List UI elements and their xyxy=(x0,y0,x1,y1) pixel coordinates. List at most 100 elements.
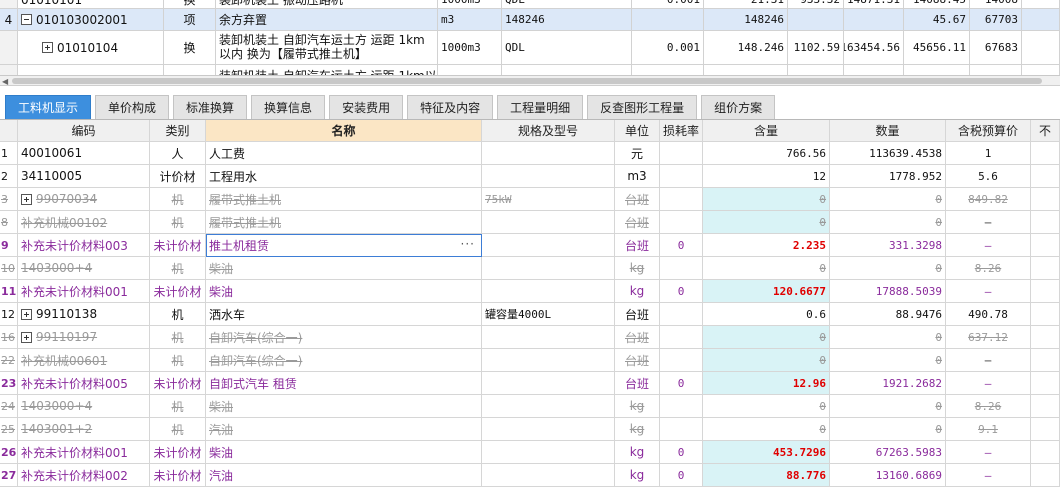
resource-unit-cell[interactable]: 台班 xyxy=(615,349,660,372)
resource-unit-cell[interactable]: kg xyxy=(615,441,660,464)
tax-budget-price-cell[interactable]: — xyxy=(946,349,1031,372)
amount-cell[interactable]: 88.9476 xyxy=(830,303,946,326)
resource-code-cell[interactable]: 99110138 xyxy=(18,303,150,326)
header-loss[interactable]: 损耗率 xyxy=(660,120,703,142)
more-options-icon[interactable]: ··· xyxy=(461,237,475,251)
tax-budget-price-cell[interactable]: 637.12 xyxy=(946,326,1031,349)
resource-type-cell[interactable]: 机 xyxy=(150,349,206,372)
content-qty-cell[interactable]: 0 xyxy=(703,349,830,372)
table-row[interactable]: 2 34110005 计价材 工程用水 m3 12 1778.952 5.6 xyxy=(0,165,1060,188)
amount-cell[interactable]: 0 xyxy=(830,188,946,211)
resource-spec-cell[interactable] xyxy=(482,395,615,418)
header-extra[interactable]: 不 xyxy=(1031,120,1060,142)
tab-9[interactable]: 组价方案 xyxy=(701,95,776,119)
resource-unit-cell[interactable]: m3 xyxy=(615,165,660,188)
resource-name-cell[interactable]: 履带式推土机 xyxy=(206,188,482,211)
amount-cell[interactable]: 0 xyxy=(830,326,946,349)
table-row[interactable]: 25 1403001+2 机 汽油 kg 0 0 9.1 xyxy=(0,418,1060,441)
loss-rate-cell[interactable] xyxy=(660,188,703,211)
resource-spec-cell[interactable] xyxy=(482,142,615,165)
resource-type-cell[interactable]: 计价材 xyxy=(150,165,206,188)
expand-plus-icon[interactable] xyxy=(21,331,32,343)
tab-3[interactable]: 标准换算 xyxy=(173,95,248,119)
loss-rate-cell[interactable] xyxy=(660,211,703,234)
header-qty[interactable]: 含量 xyxy=(703,120,830,142)
expand-plus-icon[interactable] xyxy=(21,308,32,320)
tax-budget-price-cell[interactable]: — xyxy=(946,372,1031,395)
resource-spec-cell[interactable] xyxy=(482,234,615,257)
resource-name-cell[interactable]: 人工费 xyxy=(206,142,482,165)
resource-name-cell[interactable]: 履带式推土机 xyxy=(206,211,482,234)
table-row[interactable]: 24 1403000+4 机 柴油 kg 0 0 8.26 xyxy=(0,395,1060,418)
header-price[interactable]: 含税预算价 xyxy=(946,120,1031,142)
resource-name-cell[interactable]: 自卸汽车(综合一) xyxy=(206,326,482,349)
content-qty-cell[interactable]: 120.6677 xyxy=(703,280,830,303)
tax-budget-price-cell[interactable]: — xyxy=(946,234,1031,257)
resource-type-cell[interactable]: 未计价材 xyxy=(150,372,206,395)
tab-6[interactable]: 特征及内容 xyxy=(407,95,494,119)
resource-code-cell[interactable]: 补充机械00102 xyxy=(18,211,150,234)
resource-name-cell[interactable]: 柴油 xyxy=(206,280,482,303)
upper-grid-row[interactable]: 01010101 换 装卸机装土 振动压路机 1000m3 QDL 0.001 21.31 9… xyxy=(0,0,1060,9)
table-row[interactable]: 8 补充机械00102 机 履带式推土机 台班 0 0 — xyxy=(0,211,1060,234)
tax-budget-price-cell[interactable]: 8.26 xyxy=(946,395,1031,418)
loss-rate-cell[interactable]: 0 xyxy=(660,280,703,303)
resource-type-cell[interactable]: 机 xyxy=(150,303,206,326)
tax-budget-price-cell[interactable]: — xyxy=(946,464,1031,487)
loss-rate-cell[interactable] xyxy=(660,395,703,418)
resource-unit-cell[interactable]: kg xyxy=(615,395,660,418)
resource-code-cell[interactable]: 补充未计价材料002 xyxy=(18,464,150,487)
content-qty-cell[interactable]: 0.6 xyxy=(703,303,830,326)
resource-code-cell[interactable]: 34110005 xyxy=(18,165,150,188)
resource-code-cell[interactable]: 补充未计价材料001 xyxy=(18,441,150,464)
loss-rate-cell[interactable] xyxy=(660,165,703,188)
scrollbar-thumb[interactable] xyxy=(12,78,1042,84)
resource-name-cell[interactable]: 自卸汽车(综合一) xyxy=(206,349,482,372)
resource-unit-cell[interactable]: 台班 xyxy=(615,211,660,234)
loss-rate-cell[interactable]: 0 xyxy=(660,372,703,395)
resource-spec-cell[interactable] xyxy=(482,165,615,188)
header-amount[interactable]: 数量 xyxy=(830,120,946,142)
resource-type-cell[interactable]: 未计价材 xyxy=(150,441,206,464)
loss-rate-cell[interactable]: 0 xyxy=(660,441,703,464)
resource-unit-cell[interactable]: 台班 xyxy=(615,372,660,395)
tab-5[interactable]: 安装费用 xyxy=(329,95,404,119)
resource-name-cell[interactable]: 柴油 xyxy=(206,257,482,280)
resource-spec-cell[interactable] xyxy=(482,257,615,280)
resource-type-cell[interactable]: 机 xyxy=(150,326,206,349)
content-qty-cell[interactable]: 12 xyxy=(703,165,830,188)
resource-unit-cell[interactable]: 台班 xyxy=(615,303,660,326)
resource-unit-cell[interactable]: 台班 xyxy=(615,326,660,349)
header-type[interactable]: 类别 xyxy=(150,120,206,142)
amount-cell[interactable]: 113639.4538 xyxy=(830,142,946,165)
table-row[interactable]: 23 补充未计价材料005 未计价材 自卸式汽车 租赁 台班 0 12.96 1921.268… xyxy=(0,372,1060,395)
amount-cell[interactable]: 67263.5983 xyxy=(830,441,946,464)
resource-code-cell[interactable]: 补充机械00601 xyxy=(18,349,150,372)
resource-spec-cell[interactable] xyxy=(482,372,615,395)
resource-code-cell[interactable]: 补充未计价材料003 xyxy=(18,234,150,257)
resource-unit-cell[interactable]: kg xyxy=(615,257,660,280)
tab-8[interactable]: 反查图形工程量 xyxy=(587,95,698,119)
scroll-left-arrow-icon[interactable]: ◀ xyxy=(2,77,8,86)
table-row[interactable]: 10 1403000+4 机 柴油 kg 0 0 8.26 xyxy=(0,257,1060,280)
resource-unit-cell[interactable]: kg xyxy=(615,464,660,487)
tab-4[interactable]: 换算信息 xyxy=(251,95,326,119)
resource-type-cell[interactable]: 机 xyxy=(150,257,206,280)
resource-unit-cell[interactable]: kg xyxy=(615,418,660,441)
table-row[interactable]: 11 补充未计价材料001 未计价材 柴油 kg 0 120.6677 17888.5039 — xyxy=(0,280,1060,303)
table-row[interactable]: 26 补充未计价材料001 未计价材 柴油 kg 0 453.7296 67263.5983 — xyxy=(0,441,1060,464)
resource-name-cell[interactable]: 洒水车 xyxy=(206,303,482,326)
resource-spec-cell[interactable]: 75kW xyxy=(482,188,615,211)
expand-plus-icon[interactable] xyxy=(21,193,32,205)
resource-unit-cell[interactable]: 台班 xyxy=(615,188,660,211)
tax-budget-price-cell[interactable]: 1 xyxy=(946,142,1031,165)
resource-code-cell[interactable]: 补充未计价材料005 xyxy=(18,372,150,395)
loss-rate-cell[interactable] xyxy=(660,257,703,280)
amount-cell[interactable]: 1921.2682 xyxy=(830,372,946,395)
content-qty-cell[interactable]: 88.776 xyxy=(703,464,830,487)
resource-name-cell[interactable]: 汽油 xyxy=(206,418,482,441)
content-qty-cell[interactable]: 766.56 xyxy=(703,142,830,165)
table-row[interactable]: 27 补充未计价材料002 未计价材 汽油 kg 0 88.776 13160.6869 — xyxy=(0,464,1060,487)
amount-cell[interactable]: 0 xyxy=(830,418,946,441)
amount-cell[interactable]: 1778.952 xyxy=(830,165,946,188)
